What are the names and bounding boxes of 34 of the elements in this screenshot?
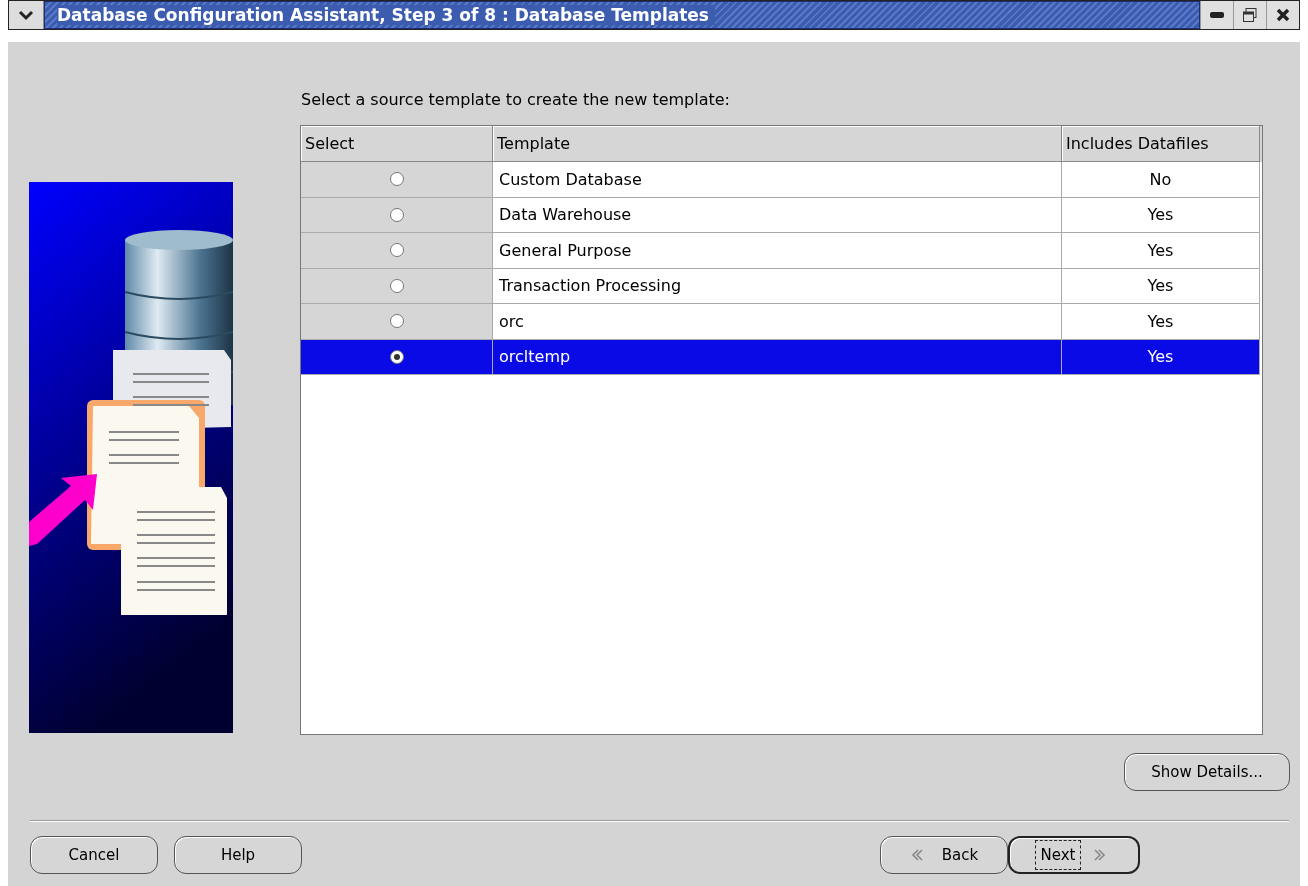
wizard-button[interactable]: Back <box>880 836 1008 874</box>
radio-button[interactable] <box>389 278 404 293</box>
radio-button[interactable] <box>389 207 404 222</box>
table-cell: Data Warehouse <box>493 197 1062 233</box>
table-cell: Yes <box>1062 197 1260 233</box>
window-title: Database Configuration Assistant, Step 3 of 8 : Database Templates <box>57 5 715 25</box>
wizard-button[interactable]: Cancel <box>30 836 158 874</box>
show-details-button[interactable]: Show Details... <box>1124 753 1290 791</box>
wizard-button[interactable]: Next <box>1008 836 1140 874</box>
table-cell: No <box>1062 162 1260 198</box>
table-cell: Transaction Processing <box>493 268 1062 304</box>
chevron-left-icon <box>909 848 924 862</box>
radio-button[interactable] <box>389 314 404 329</box>
radio-button[interactable] <box>389 349 404 364</box>
column-header[interactable]: Template <box>493 126 1062 162</box>
instruction-text: Select a source template to create the new template: <box>301 90 731 111</box>
table-cell: orc <box>493 304 1062 340</box>
wizard-button[interactable]: Help <box>174 836 302 874</box>
chevron-right-icon <box>1093 848 1108 862</box>
window-menu-icon[interactable] <box>18 9 34 21</box>
column-header[interactable]: Select <box>301 126 493 162</box>
table-cell: Yes <box>1062 304 1260 340</box>
table-cell: Custom Database <box>493 162 1062 198</box>
table-cell: General Purpose <box>493 233 1062 269</box>
table-cell: orcltemp <box>493 339 1062 375</box>
table-cell: Yes <box>1062 339 1260 375</box>
minimize-icon[interactable] <box>1210 12 1224 18</box>
radio-button[interactable] <box>389 243 404 258</box>
restore-icon[interactable] <box>1243 8 1257 22</box>
column-header[interactable]: Includes Datafiles <box>1062 126 1260 162</box>
close-icon[interactable] <box>1276 8 1290 22</box>
table-cell: Yes <box>1062 268 1260 304</box>
radio-button[interactable] <box>389 172 404 187</box>
table-cell: Yes <box>1062 233 1260 269</box>
